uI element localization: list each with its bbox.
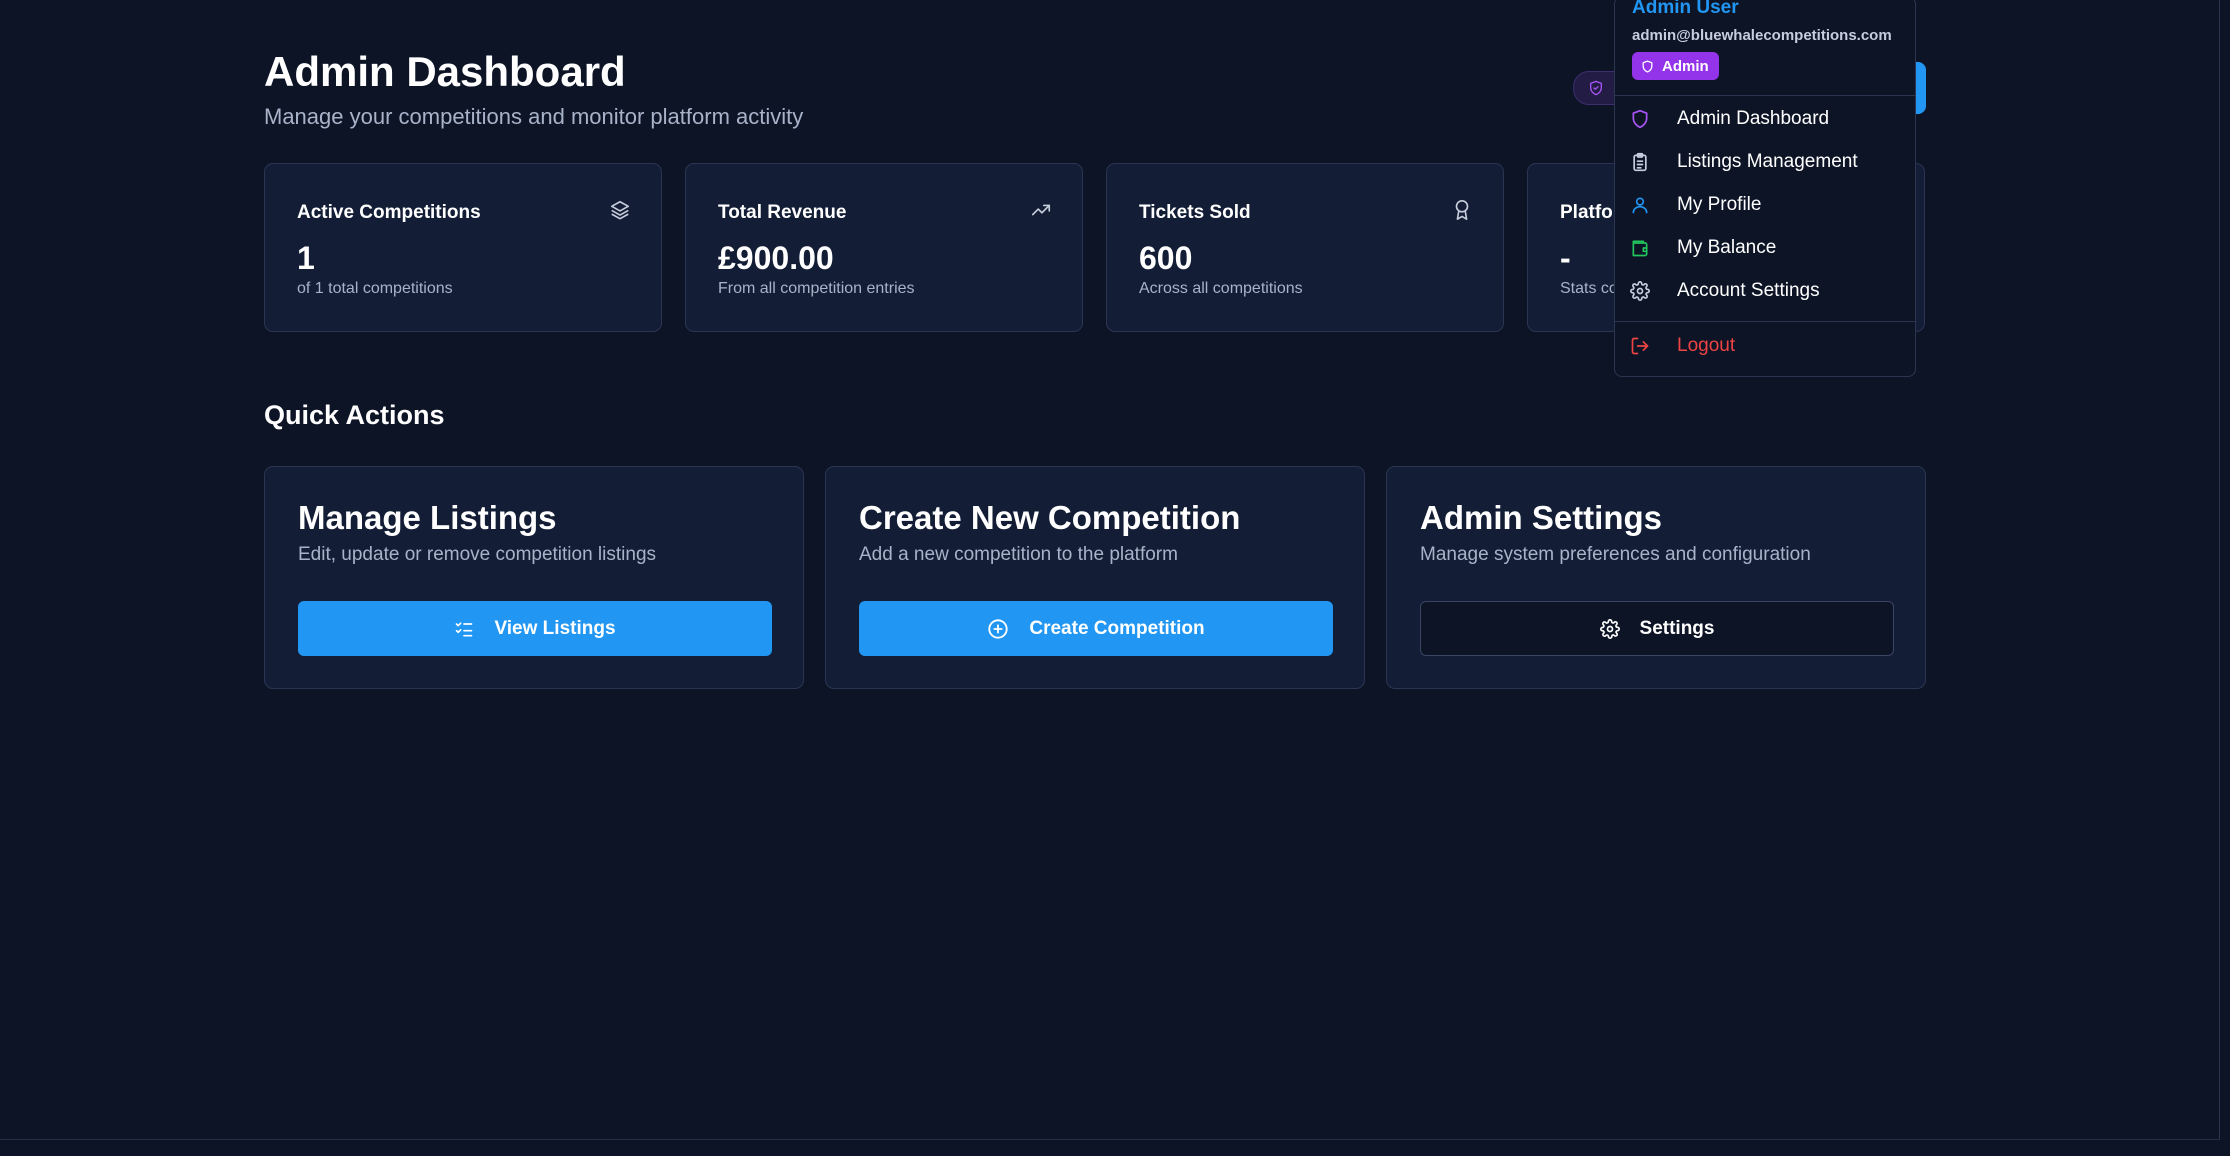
shield-icon: [1588, 79, 1604, 97]
logout-icon: [1630, 336, 1650, 356]
role-badge: Admin: [1632, 52, 1719, 80]
stat-label: Total Revenue: [718, 202, 847, 223]
button-label: View Listings: [494, 617, 616, 639]
stat-card-total-revenue: Total Revenue £900.00 From all competiti…: [685, 163, 1083, 332]
menu-item-listings-management[interactable]: Listings Management: [1615, 142, 1915, 182]
action-card-create-competition: Create New Competition Add a new competi…: [825, 466, 1365, 689]
gear-icon: [1599, 618, 1620, 639]
menu-item-label: Account Settings: [1677, 280, 1820, 301]
footer-divider: [0, 1139, 2220, 1140]
stat-value: £900.00: [718, 240, 834, 276]
award-icon: [1451, 199, 1473, 221]
page-scrollbar[interactable]: [2219, 0, 2230, 1140]
menu-item-label: Admin Dashboard: [1677, 108, 1830, 129]
user-email: admin@bluewhalecompetitions.com: [1632, 27, 1892, 44]
list-checks-icon: [454, 619, 474, 639]
quick-actions-title: Quick Actions: [264, 400, 445, 430]
menu-item-my-profile[interactable]: My Profile: [1615, 185, 1915, 225]
button-label: Create Competition: [1029, 617, 1205, 639]
stat-card-active-competitions: Active Competitions 1 of 1 total competi…: [264, 163, 662, 332]
page-header: Admin Dashboard Manage your competitions…: [264, 48, 803, 130]
menu-item-account-settings[interactable]: Account Settings: [1615, 271, 1915, 311]
action-title: Admin Settings: [1420, 499, 1663, 536]
stat-value: 1: [297, 240, 315, 276]
plus-circle-icon: [987, 618, 1009, 640]
view-listings-button[interactable]: View Listings: [298, 601, 772, 656]
user-name: Admin User: [1632, 0, 1739, 18]
menu-item-label: Listings Management: [1677, 151, 1858, 172]
button-label: Settings: [1639, 617, 1715, 639]
menu-item-logout[interactable]: Logout: [1615, 326, 1915, 366]
menu-item-label: My Balance: [1677, 237, 1777, 258]
action-desc: Manage system preferences and configurat…: [1420, 544, 1811, 565]
stat-sub: Across all competitions: [1139, 280, 1303, 297]
create-competition-button[interactable]: Create Competition: [859, 601, 1333, 656]
shield-icon: [1641, 59, 1654, 74]
role-badge-label: Admin: [1662, 57, 1709, 75]
action-desc: Add a new competition to the platform: [859, 544, 1178, 565]
stat-value: -: [1560, 240, 1571, 276]
action-desc: Edit, update or remove competition listi…: [298, 544, 657, 565]
layers-icon: [609, 199, 631, 221]
menu-divider: [1615, 95, 1915, 96]
stat-card-tickets-sold: Tickets Sold 600 Across all competitions: [1106, 163, 1504, 332]
stat-label: Active Competitions: [297, 202, 481, 223]
stat-sub: From all competition entries: [718, 280, 915, 297]
clipboard-icon: [1630, 152, 1650, 172]
gear-icon: [1630, 281, 1650, 301]
stat-sub: of 1 total competitions: [297, 280, 453, 297]
menu-item-my-balance[interactable]: My Balance: [1615, 228, 1915, 268]
action-title: Create New Competition: [859, 499, 1241, 536]
stat-sub: Stats co: [1560, 280, 1618, 297]
trending-up-icon: [1030, 199, 1052, 221]
wallet-icon: [1630, 238, 1650, 258]
menu-item-label: My Profile: [1677, 194, 1762, 215]
page-title: Admin Dashboard: [264, 48, 626, 95]
menu-item-label: Logout: [1677, 335, 1736, 356]
menu-divider: [1615, 321, 1915, 322]
stat-label: Tickets Sold: [1139, 202, 1251, 223]
menu-item-admin-dashboard[interactable]: Admin Dashboard: [1615, 99, 1915, 139]
settings-button[interactable]: Settings: [1420, 601, 1894, 656]
stat-label: Platfor: [1560, 202, 1621, 223]
stat-value: 600: [1139, 240, 1193, 276]
action-card-manage-listings: Manage Listings Edit, update or remove c…: [264, 466, 804, 689]
action-title: Manage Listings: [298, 499, 557, 536]
user-icon: [1630, 195, 1650, 215]
action-card-admin-settings: Admin Settings Manage system preferences…: [1386, 466, 1926, 689]
user-menu-dropdown: Admin User admin@bluewhalecompetitions.c…: [1614, 0, 1916, 377]
page-subtitle: Manage your competitions and monitor pla…: [264, 104, 804, 129]
shield-icon: [1630, 109, 1650, 129]
